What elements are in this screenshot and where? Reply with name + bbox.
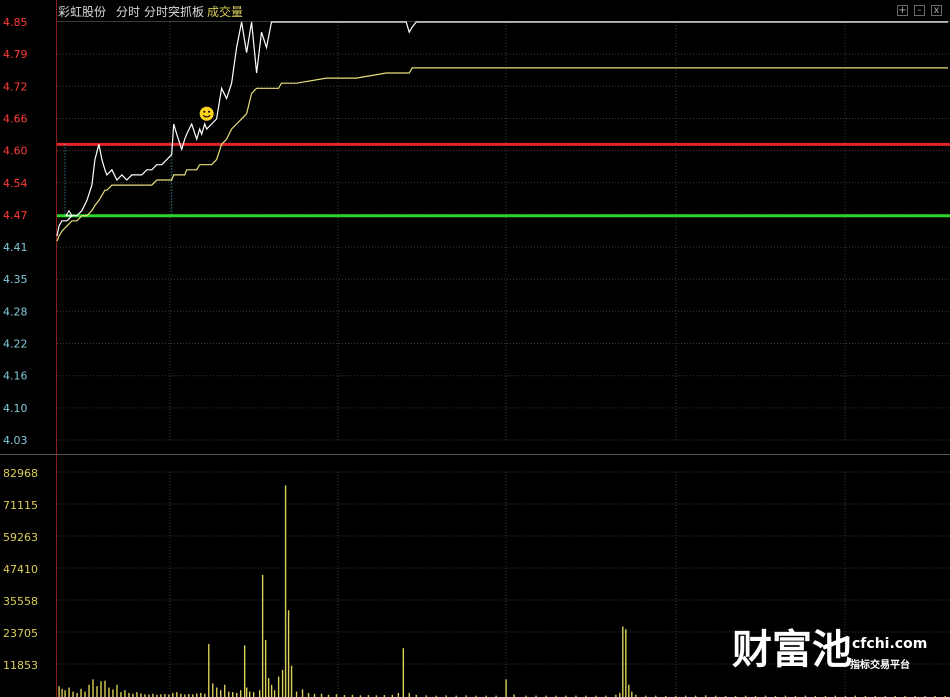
volume-tick-label: 11853 [3, 659, 38, 672]
volume-bar [622, 626, 624, 697]
tab-intraday[interactable]: 分时 [116, 3, 140, 21]
price-tick-label: 4.47 [3, 209, 28, 222]
volume-bar [408, 692, 411, 697]
price-tick-label: 4.60 [3, 145, 28, 158]
volume-bar [224, 684, 226, 697]
volume-tick-label: 35558 [3, 595, 38, 608]
volume-bar [120, 692, 122, 697]
volume-tick-label: 82968 [3, 467, 38, 480]
volume-bar [220, 690, 222, 697]
volume-bar [58, 686, 60, 697]
volume-bar [264, 640, 267, 697]
volume-bar [290, 665, 293, 697]
volume-bar [631, 691, 633, 697]
price-tick-label: 4.85 [3, 16, 28, 29]
volume-bar [208, 644, 210, 697]
volume-bar [140, 693, 142, 697]
volume-bar [258, 690, 261, 697]
volume-bar [176, 692, 178, 697]
volume-bar [628, 684, 630, 697]
volume-bar [625, 629, 627, 697]
volume-bar [212, 683, 214, 697]
volume-bar [172, 692, 174, 697]
watermark-domain: cfchi.com [852, 636, 928, 652]
minimize-button[interactable]: - [914, 5, 925, 16]
price-tick-label: 4.10 [3, 402, 28, 415]
price-tick-label: 4.28 [3, 305, 28, 318]
smiley-icon [199, 106, 214, 121]
price-tick-label: 4.79 [3, 48, 28, 61]
volume-tick-label: 23705 [3, 627, 38, 640]
volume-bar [92, 679, 94, 697]
price-tick-label: 4.35 [3, 273, 28, 286]
volume-bar [72, 691, 74, 697]
volume-bar [402, 648, 405, 697]
volume-bar [68, 687, 70, 697]
volume-bar [124, 690, 126, 697]
volume-bar [216, 687, 218, 697]
volume-bar [128, 692, 130, 697]
price-tick-label: 4.66 [3, 112, 28, 125]
volume-bar [397, 692, 400, 697]
volume-bar [108, 687, 110, 697]
volume-bar [243, 645, 246, 697]
price-tick-label: 4.41 [3, 241, 28, 254]
volume-tick-label: 59263 [3, 531, 38, 544]
volume-bar [267, 678, 270, 697]
volume-bar [112, 689, 114, 697]
volume-bar [64, 690, 66, 697]
volume-bar [287, 610, 290, 697]
watermark-tagline: 指标交易平台 [850, 660, 910, 671]
volume-bar [295, 691, 298, 697]
volume-bar [136, 692, 138, 697]
price-tick-label: 4.03 [3, 434, 28, 447]
volume-bar [281, 669, 284, 697]
price-tick-label: 4.16 [3, 370, 28, 383]
price-tick-label: 4.22 [3, 338, 28, 351]
volume-bar [232, 692, 234, 697]
volume-bar [245, 687, 248, 697]
volume-tick-label: 71115 [3, 499, 38, 512]
volume-bar [80, 688, 82, 697]
volume-bar [301, 689, 304, 697]
watermark-brand: 财富池 [732, 627, 852, 673]
stock-name: 彩虹股份 [58, 5, 107, 19]
volume-title: 成交量 [207, 5, 244, 19]
close-button[interactable]: x [931, 5, 942, 16]
intraday-chart[interactable]: 4.85 4.79 4.72 4.66 4.60 4.54 4.47 4.41 4.35 4.28… [0, 0, 950, 697]
volume-bar [84, 691, 86, 697]
price-tick-label: 4.72 [3, 80, 28, 93]
volume-bar [76, 692, 78, 697]
volume-bar [619, 692, 621, 697]
volume-bar [235, 692, 238, 697]
price-line [56, 21, 948, 237]
volume-bar [252, 692, 255, 697]
volume-bar [61, 688, 63, 697]
volume-bar [505, 679, 507, 697]
volume-bar [96, 686, 98, 697]
volume-bar [228, 691, 230, 697]
volume-bar [196, 693, 198, 697]
tab-indicator[interactable]: 分时突抓板 [144, 3, 204, 21]
volume-bar [100, 681, 102, 697]
volume-bar [307, 692, 310, 697]
volume-bar [239, 690, 242, 697]
volume-bar [273, 690, 276, 697]
volume-tick-label: 47410 [3, 563, 38, 576]
volume-bar [284, 485, 287, 697]
volume-bar [270, 684, 273, 697]
volume-bar [88, 684, 90, 697]
volume-bar [200, 692, 202, 697]
price-tick-label: 4.54 [3, 177, 28, 190]
volume-bar [277, 676, 280, 697]
volume-bar [261, 574, 264, 697]
volume-bar [116, 684, 118, 697]
volume-bar [104, 680, 106, 697]
volume-bar [248, 691, 251, 697]
zoom-in-button[interactable]: + [897, 5, 908, 16]
